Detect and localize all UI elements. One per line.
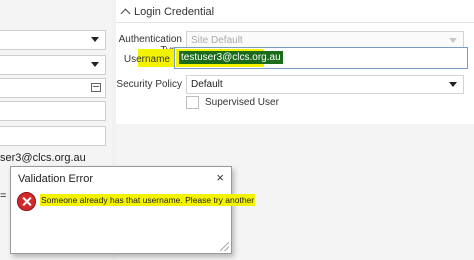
chevron-down-icon bbox=[449, 38, 457, 43]
username-label: Username bbox=[123, 54, 170, 65]
left-dropdown-2[interactable] bbox=[0, 55, 106, 75]
error-message: Someone already has that username. Pleas… bbox=[40, 194, 256, 206]
chevron-down-icon bbox=[91, 37, 99, 42]
security-policy-value: Default bbox=[191, 79, 223, 90]
left-date-field[interactable] bbox=[0, 78, 106, 98]
supervised-user-checkbox[interactable] bbox=[186, 96, 199, 109]
section-title: Login Credential bbox=[134, 6, 215, 18]
security-policy-label: Security Policy bbox=[116, 79, 182, 90]
calendar-icon bbox=[91, 83, 101, 92]
chevron-down-icon bbox=[449, 82, 457, 87]
left-email-text: ser3@clcs.org.au bbox=[0, 152, 86, 164]
validation-error-dialog: Validation Error × Someone already has t… bbox=[10, 166, 256, 254]
login-credential-header[interactable]: Login Credential bbox=[120, 6, 215, 19]
chevron-down-icon bbox=[91, 62, 99, 67]
dialog-title: Validation Error bbox=[18, 173, 93, 185]
error-icon bbox=[17, 192, 36, 211]
left-dropdown-1[interactable] bbox=[0, 30, 106, 50]
divider bbox=[116, 22, 474, 23]
resize-grip-icon[interactable] bbox=[220, 242, 229, 251]
login-credential-section: Login Credential Authentication Type Sit… bbox=[116, 0, 474, 124]
security-policy-select[interactable]: Default bbox=[186, 75, 464, 94]
username-input[interactable]: testuser3@clcs.org.au bbox=[174, 47, 468, 69]
chevron-up-icon bbox=[120, 8, 131, 19]
left-text-field-2[interactable] bbox=[0, 126, 106, 146]
supervised-user-label: Supervised User bbox=[205, 97, 279, 108]
close-icon[interactable]: × bbox=[216, 171, 224, 185]
left-text-field-1[interactable] bbox=[0, 101, 106, 121]
username-value: testuser3@clcs.org.au bbox=[179, 51, 283, 64]
authentication-type-value: Site Default bbox=[191, 35, 243, 46]
